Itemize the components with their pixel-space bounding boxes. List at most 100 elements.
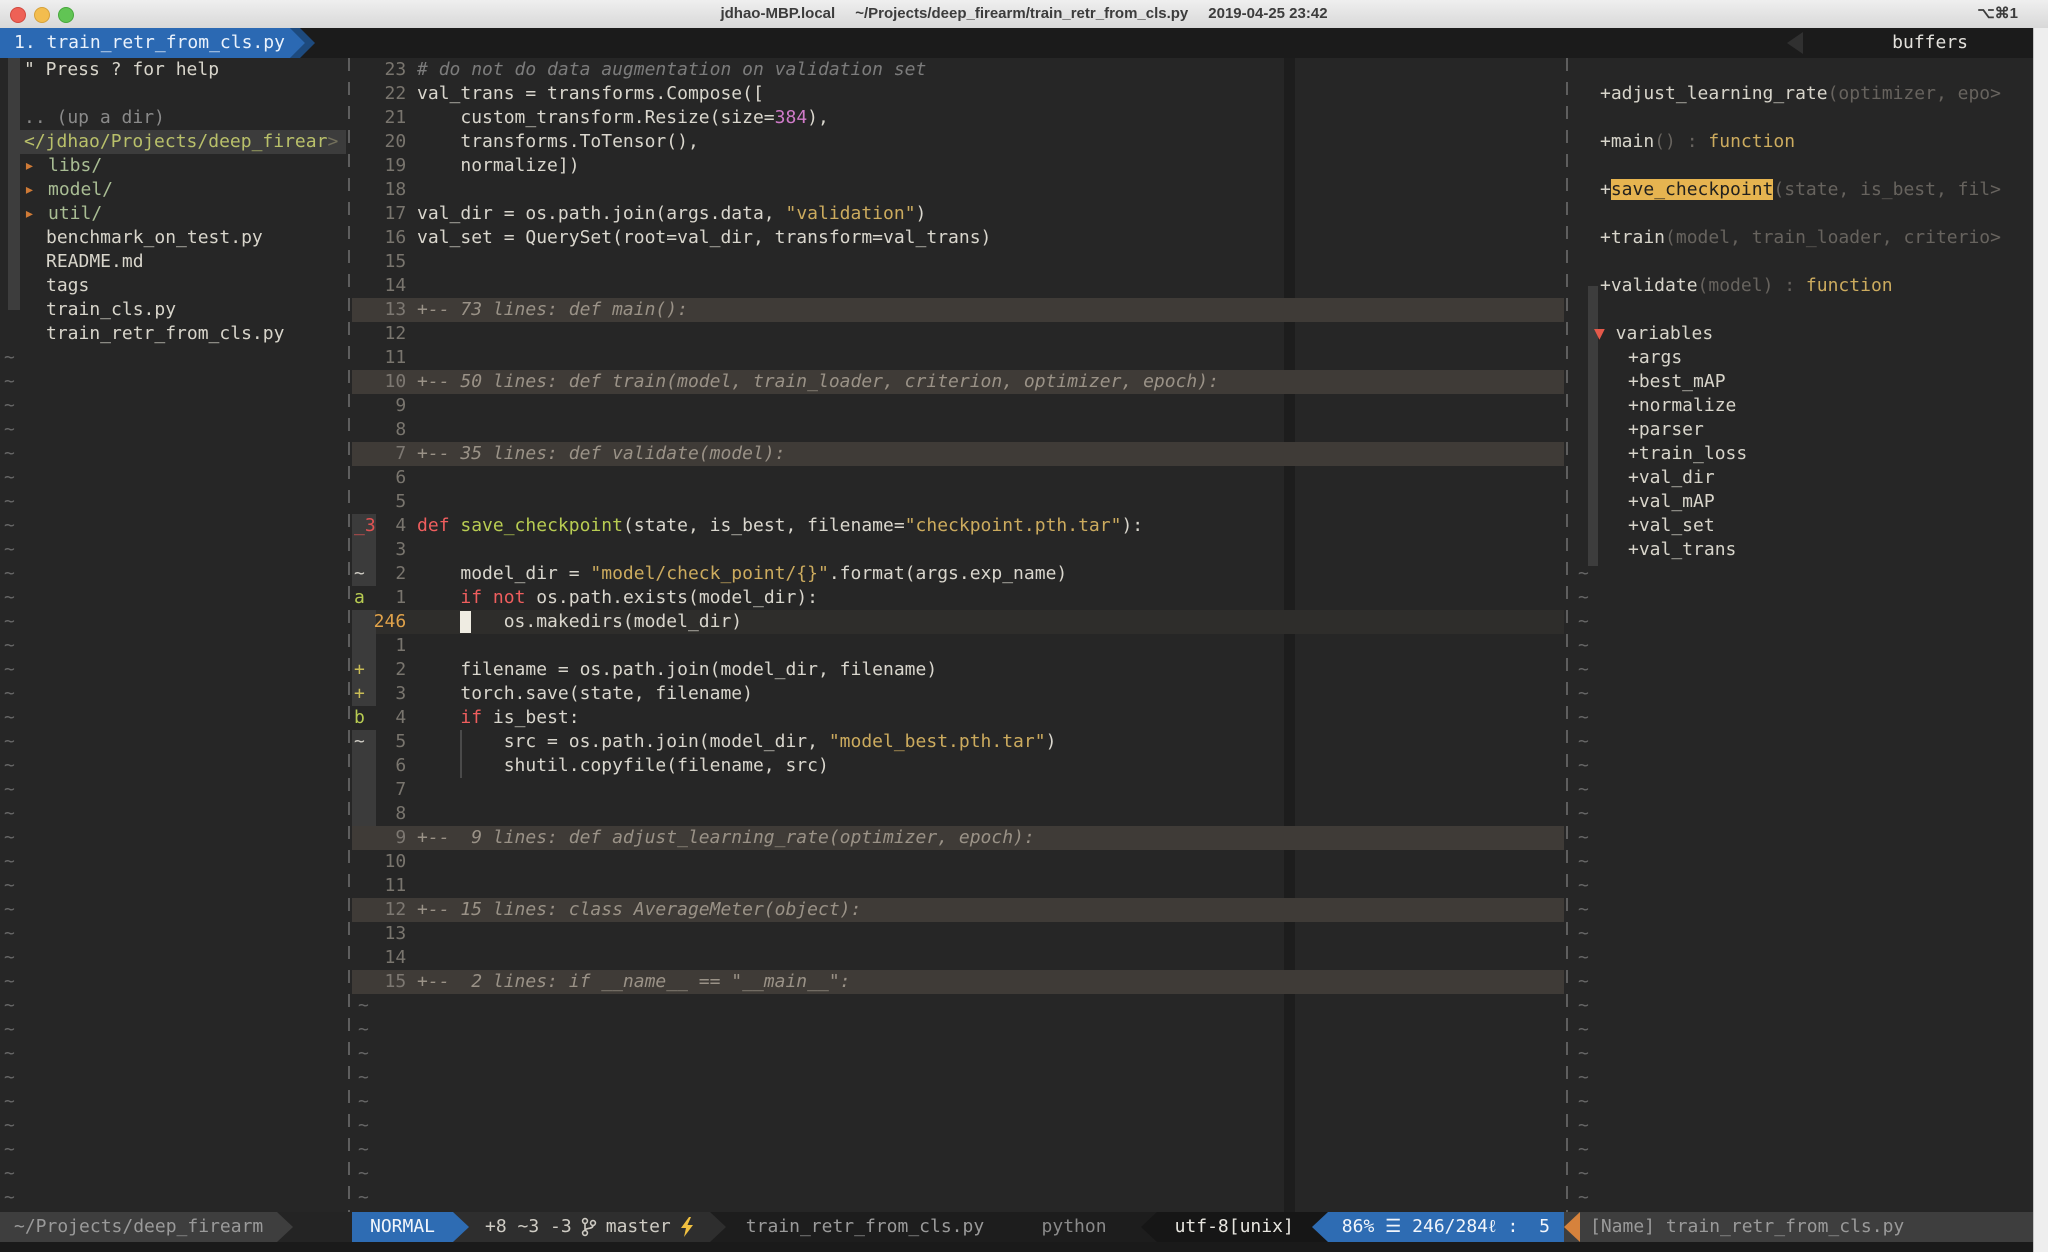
code-line[interactable]: ~2 model_dir = "model/check_point/{}".fo…	[352, 562, 1564, 586]
tagbar-blank-line	[1570, 106, 2036, 130]
code-line[interactable]: 8	[352, 418, 1564, 442]
code-line[interactable]: 9	[352, 394, 1564, 418]
code-line[interactable]: _34def save_checkpoint(state, is_best, f…	[352, 514, 1564, 538]
tagbar-tag[interactable]: +train_loss	[1570, 442, 2036, 466]
code-line[interactable]: 5	[352, 490, 1564, 514]
code-line[interactable]: 12	[352, 322, 1564, 346]
line-number: 246	[374, 610, 407, 634]
tagbar-kind-header[interactable]: ▼ variables	[1570, 322, 2036, 346]
tagbar-statusline: [Name] train_retr_from_cls.py	[1564, 1212, 2048, 1242]
empty-line-tilde: ~	[352, 1042, 1564, 1066]
empty-line-tilde: ~	[1570, 754, 2036, 778]
line-number: 5	[374, 730, 407, 754]
tagbar-tag[interactable]: +main() : function	[1570, 130, 2036, 154]
code-line[interactable]: 7	[352, 778, 1564, 802]
empty-line-tilde: ~	[0, 970, 346, 994]
empty-line-tilde: ~	[352, 1018, 1564, 1042]
folded-code-line[interactable]: 10+-- 50 lines: def train(model, train_l…	[352, 370, 1564, 394]
empty-line-tilde: ~	[352, 994, 1564, 1018]
code-line[interactable]: 1	[352, 634, 1564, 658]
code-line[interactable]: +2 filename = os.path.join(model_dir, fi…	[352, 658, 1564, 682]
code-line[interactable]: ~5 src = os.path.join(model_dir, "model_…	[352, 730, 1564, 754]
code-line[interactable]: 6	[352, 466, 1564, 490]
nerdtree-item[interactable]	[0, 82, 346, 106]
tagbar-tag[interactable]: +adjust_learning_rate(optimizer, epo>	[1570, 82, 2036, 106]
nerdtree-item[interactable]: tags	[0, 274, 346, 298]
code-line[interactable]: +3 torch.save(state, filename)	[352, 682, 1564, 706]
tagbar-tag[interactable]: +val_mAP	[1570, 490, 2036, 514]
nerdtree-item[interactable]: benchmark_on_test.py	[0, 226, 346, 250]
code-line[interactable]: 23# do not do data augmentation on valid…	[352, 58, 1564, 82]
code-text: def save_checkpoint(state, is_best, file…	[417, 514, 1143, 538]
buffer-tabline: 1. train_retr_from_cls.py buffers	[0, 28, 2048, 58]
code-line[interactable]: 8	[352, 802, 1564, 826]
code-line[interactable]: 246 os.makedirs(model_dir)	[352, 610, 1564, 634]
folded-code-line[interactable]: 7+-- 35 lines: def validate(model):	[352, 442, 1564, 466]
folded-code-line[interactable]: 15+-- 2 lines: if __name__ == "__main__"…	[352, 970, 1564, 994]
code-line[interactable]: 20 transforms.ToTensor(),	[352, 130, 1564, 154]
powerline-arrow-icon	[1141, 1212, 1157, 1242]
tagbar-tag[interactable]: +train(model, train_loader, criterio>	[1570, 226, 2036, 250]
code-text: custom_transform.Resize(size=384),	[417, 106, 829, 130]
tagbar-tag[interactable]: +val_set	[1570, 514, 2036, 538]
nerdtree-item[interactable]: ▸model/	[0, 178, 346, 202]
main-statusline: NORMAL +8 ~3 -3 master train_retr_from_c…	[352, 1212, 1564, 1242]
window-scrollbar[interactable]	[2033, 28, 2048, 1252]
tab-buffer-1[interactable]: 1. train_retr_from_cls.py	[0, 28, 305, 58]
code-line[interactable]: 6 shutil.copyfile(filename, src)	[352, 754, 1564, 778]
nerdtree-file-explorer[interactable]: " Press ? for help .. (up a dir)</jdhao/P…	[0, 58, 346, 1212]
empty-line-tilde: ~	[0, 610, 346, 634]
folded-code-line[interactable]: 12+-- 15 lines: class AverageMeter(objec…	[352, 898, 1564, 922]
code-line[interactable]: b4 if is_best:	[352, 706, 1564, 730]
macos-titlebar: jdhao-MBP.local~/Projects/deep_firearm/t…	[0, 0, 2048, 29]
nerdtree-item[interactable]: train_cls.py	[0, 298, 346, 322]
code-line[interactable]: 19 normalize])	[352, 154, 1564, 178]
code-line[interactable]: 21 custom_transform.Resize(size=384),	[352, 106, 1564, 130]
code-line[interactable]: 3	[352, 538, 1564, 562]
code-editor[interactable]: 23# do not do data augmentation on valid…	[352, 58, 1564, 1212]
code-text: val_set = QuerySet(root=val_dir, transfo…	[417, 226, 991, 250]
tagbar-tag[interactable]: +best_mAP	[1570, 370, 2036, 394]
tagbar-tag[interactable]: +validate(model) : function	[1570, 274, 2036, 298]
empty-line-tilde: ~	[0, 898, 346, 922]
code-line[interactable]: 17val_dir = os.path.join(args.data, "val…	[352, 202, 1564, 226]
nerdtree-item[interactable]: ▸libs/	[0, 154, 346, 178]
nerdtree-item[interactable]: " Press ? for help	[0, 58, 346, 82]
folded-code-line[interactable]: 9+-- 9 lines: def adjust_learning_rate(o…	[352, 826, 1564, 850]
file-segment: train_retr_from_cls.py python	[726, 1212, 1141, 1242]
code-line[interactable]: 11	[352, 874, 1564, 898]
nerdtree-item[interactable]: .. (up a dir)	[0, 106, 346, 130]
empty-line-tilde: ~	[1570, 1162, 2036, 1186]
code-line[interactable]: 16val_set = QuerySet(root=val_dir, trans…	[352, 226, 1564, 250]
code-line[interactable]: 11	[352, 346, 1564, 370]
code-line[interactable]: 15	[352, 250, 1564, 274]
nerdtree-item[interactable]: train_retr_from_cls.py	[0, 322, 346, 346]
line-number: 21	[374, 106, 407, 130]
nerdtree-item[interactable]: ▸util/	[0, 202, 346, 226]
code-line[interactable]: 13	[352, 922, 1564, 946]
code-text: src = os.path.join(model_dir, "model_bes…	[417, 730, 1056, 754]
code-line[interactable]: 10	[352, 850, 1564, 874]
code-text: torch.save(state, filename)	[417, 682, 753, 706]
nerdtree-item[interactable]: </jdhao/Projects/deep_firear>	[0, 130, 346, 154]
tagbar-outline[interactable]: +adjust_learning_rate(optimizer, epo> +ma…	[1570, 58, 2036, 1212]
tagbar-tag[interactable]: +normalize	[1570, 394, 2036, 418]
tagbar-tag[interactable]: +args	[1570, 346, 2036, 370]
tagbar-tag[interactable]: +val_trans	[1570, 538, 2036, 562]
code-line[interactable]: a1 if not os.path.exists(model_dir):	[352, 586, 1564, 610]
empty-line-tilde: ~	[1570, 922, 2036, 946]
nerdtree-item[interactable]: README.md	[0, 250, 346, 274]
tagbar-tag[interactable]: +val_dir	[1570, 466, 2036, 490]
code-line[interactable]: 18	[352, 178, 1564, 202]
line-number: 15	[374, 970, 407, 994]
tagbar-blank-line	[1570, 58, 2036, 82]
tagbar-tag[interactable]: +parser	[1570, 418, 2036, 442]
code-line[interactable]: 14	[352, 946, 1564, 970]
code-line[interactable]: 22val_trans = transforms.Compose([	[352, 82, 1564, 106]
line-number: 7	[374, 778, 407, 802]
code-line[interactable]: 14	[352, 274, 1564, 298]
command-line[interactable]	[0, 1242, 2048, 1252]
empty-line-tilde: ~	[0, 370, 346, 394]
tagbar-tag[interactable]: +save_checkpoint(state, is_best, fil>	[1570, 178, 2036, 202]
folded-code-line[interactable]: 13+-- 73 lines: def main():	[352, 298, 1564, 322]
